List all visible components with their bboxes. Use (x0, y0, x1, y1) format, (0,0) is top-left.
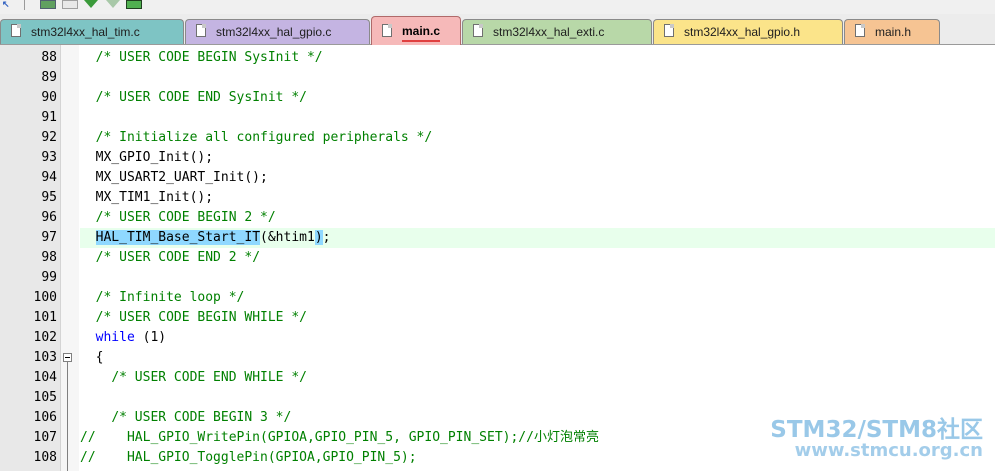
code-line[interactable]: 97 HAL_TIM_Base_Start_IT(&htim1); (0, 228, 995, 248)
code-text: /* USER CODE BEGIN 2 */ (95, 210, 276, 225)
code-line[interactable]: 101 /* USER CODE BEGIN WHILE */ (0, 308, 995, 328)
tab-label: main.h (875, 25, 912, 39)
code-line[interactable]: 90 /* USER CODE END SysInit */ (0, 88, 995, 108)
code-line[interactable]: 103 { (0, 348, 995, 368)
code-text: MX_USART2_UART_Init(); (80, 170, 268, 185)
line-number: 93 (41, 150, 57, 165)
tab-main-h[interactable]: main.h (844, 19, 940, 44)
code-text: /* USER CODE END 2 */ (95, 250, 261, 265)
tab-label: stm32l4xx_hal_gpio.c (216, 25, 332, 39)
code-line[interactable]: 96 /* USER CODE BEGIN 2 */ (0, 208, 995, 228)
line-number: 101 (33, 310, 57, 325)
code-text: while (1) (95, 330, 167, 345)
tab-stm32l4xx-hal-gpio-c[interactable]: stm32l4xx_hal_gpio.c (185, 19, 370, 44)
watermark-title: STM32/STM8社区 (770, 417, 983, 443)
code-text: /* Initialize all configured peripherals… (95, 130, 433, 145)
line-number: 89 (41, 70, 57, 85)
toolbar-separator (24, 0, 25, 10)
line-number: 97 (41, 230, 57, 245)
line-number: 104 (33, 370, 57, 385)
code-text: /* USER CODE BEGIN WHILE */ (95, 310, 307, 325)
code-line[interactable]: 100 /* Infinite loop */ (0, 288, 995, 308)
line-number: 88 (41, 50, 57, 65)
code-line[interactable]: 88 /* USER CODE BEGIN SysInit */ (0, 48, 995, 68)
line-number: 108 (33, 450, 57, 465)
line-number: 107 (33, 430, 57, 445)
line-number: 98 (41, 250, 57, 265)
code-line[interactable]: 89 (0, 68, 995, 88)
tab-stm32l4xx-hal-exti-c[interactable]: stm32l4xx_hal_exti.c (462, 19, 652, 44)
tab-label: stm32l4xx_hal_exti.c (493, 25, 605, 39)
line-number: 99 (41, 270, 57, 285)
file-icon (382, 24, 392, 37)
tab-stm32l4xx-hal-tim-c[interactable]: stm32l4xx_hal_tim.c (0, 19, 184, 44)
line-number: 106 (33, 410, 57, 425)
line-number: 90 (41, 90, 57, 105)
code-line[interactable]: 95 MX_TIM1_Init(); (0, 188, 995, 208)
line-number: 91 (41, 110, 57, 125)
code-line[interactable]: 98 /* USER CODE END 2 */ (0, 248, 995, 268)
code-line[interactable]: 94 MX_USART2_UART_Init(); (0, 168, 995, 188)
line-number: 92 (41, 130, 57, 145)
toolbar: ↖ (0, 0, 995, 14)
code-text: /* Infinite loop */ (95, 290, 245, 305)
code-text: /* USER CODE END WHILE */ (111, 370, 307, 385)
code-text: HAL_TIM_Base_Start_IT(&htim1); (80, 228, 995, 248)
code-text: MX_GPIO_Init(); (80, 150, 214, 165)
line-number: 100 (33, 290, 57, 305)
code-line[interactable]: 91 (0, 108, 995, 128)
file-icon (855, 24, 865, 37)
file-icon (11, 24, 21, 37)
code-text: /* USER CODE END SysInit */ (95, 90, 307, 105)
toolbar-icon[interactable] (106, 0, 120, 8)
toolbar-icon[interactable] (126, 0, 142, 9)
file-icon (473, 24, 483, 37)
code-line[interactable]: 99 (0, 268, 995, 288)
code-line[interactable]: 104 /* USER CODE END WHILE */ (0, 368, 995, 388)
toolbar-icon[interactable]: ↖ (2, 0, 16, 9)
tab-label: stm32l4xx_hal_gpio.h (684, 25, 801, 39)
watermark-url: www.stmcu.org.cn (794, 440, 983, 461)
file-icon (196, 24, 206, 37)
toolbar-icon[interactable] (40, 0, 56, 9)
line-number: 96 (41, 210, 57, 225)
code-line[interactable]: 105 (0, 388, 995, 408)
file-tab-bar: stm32l4xx_hal_tim.c stm32l4xx_hal_gpio.c m… (0, 14, 995, 45)
file-icon (664, 24, 674, 37)
fold-toggle-icon[interactable] (63, 353, 72, 362)
code-line[interactable]: 93 MX_GPIO_Init(); (0, 148, 995, 168)
tab-label: stm32l4xx_hal_tim.c (31, 25, 140, 39)
line-number: 102 (33, 330, 57, 345)
code-text: /* USER CODE BEGIN SysInit */ (95, 50, 323, 65)
toolbar-icon[interactable] (62, 0, 78, 9)
line-number: 94 (41, 170, 57, 185)
line-number: 95 (41, 190, 57, 205)
tab-label: main.c (402, 24, 441, 42)
code-text: MX_TIM1_Init(); (80, 190, 214, 205)
code-line[interactable]: 92 /* Initialize all configured peripher… (0, 128, 995, 148)
code-text: { (80, 350, 104, 365)
tab-stm32l4xx-hal-gpio-h[interactable]: stm32l4xx_hal_gpio.h (653, 19, 843, 44)
code-editor[interactable]: 88 /* USER CODE BEGIN SysInit */ 89 90 /* … (0, 45, 995, 471)
tab-main-c[interactable]: main.c (371, 16, 461, 45)
toolbar-icon[interactable] (84, 0, 98, 8)
code-line[interactable]: 102 while (1) (0, 328, 995, 348)
line-number: 103 (33, 350, 57, 365)
line-number: 105 (33, 390, 57, 405)
